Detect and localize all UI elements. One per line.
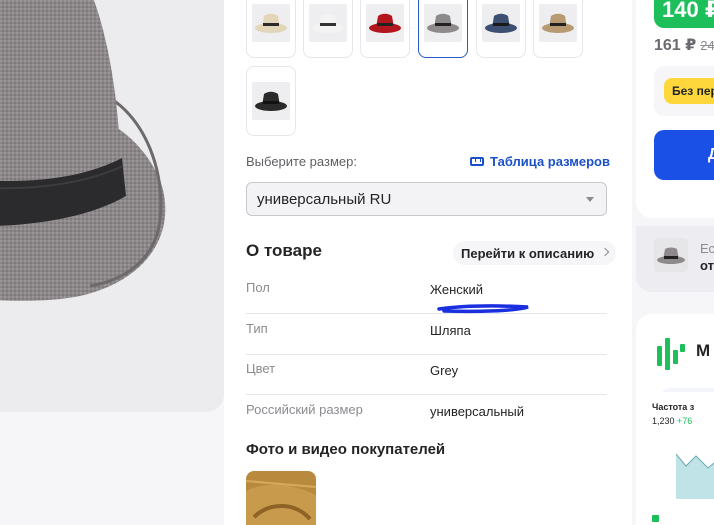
- chevron-right-icon: [600, 247, 610, 257]
- analytics-num-value: 1,230: [652, 416, 675, 426]
- hat-photo-illustration: [0, 0, 224, 412]
- product-main-photo[interactable]: [0, 0, 224, 412]
- thumb-photo: [424, 4, 462, 42]
- product-info-column: Выберите размер: Таблица размеров универ…: [224, 0, 632, 525]
- spec-value: Grey: [430, 363, 459, 378]
- size-select-value: универсальный RU: [257, 190, 392, 208]
- current-price: 140 ₽: [654, 0, 714, 28]
- goto-description-button[interactable]: Перейти к описанию: [453, 241, 617, 265]
- thumb-photo: [252, 82, 290, 120]
- old-price: 161 ₽24: [654, 35, 714, 55]
- handwritten-underline: [437, 304, 529, 314]
- size-table-label: Таблица размеров: [490, 154, 610, 169]
- tag-box: Без пер: [654, 66, 714, 116]
- customer-photo[interactable]: [246, 471, 316, 525]
- grey-fedora-icon: [427, 13, 459, 33]
- similar-text: Ес от: [700, 240, 714, 274]
- color-variant-thumb[interactable]: [476, 0, 526, 58]
- price-wallet: 161 ₽: [654, 37, 697, 54]
- size-label: Выберите размер:: [246, 154, 357, 169]
- color-variant-thumb[interactable]: [246, 66, 296, 136]
- spec-value: универсальный: [430, 404, 525, 419]
- thumb-photo: [252, 4, 290, 42]
- about-title: О товаре: [246, 241, 322, 260]
- spec-value: Женский: [430, 282, 483, 297]
- size-table-link[interactable]: Таблица размеров: [470, 154, 610, 169]
- marketplace-analytics-card[interactable]: M Частота з 1,230 +76: [636, 314, 714, 525]
- price-strikethrough: 24: [700, 38, 714, 53]
- color-variant-thumb[interactable]: [533, 0, 583, 58]
- analytics-title: M: [696, 341, 711, 360]
- spec-row-gender: Пол Женский: [246, 274, 607, 314]
- spec-key: Пол: [246, 280, 270, 295]
- tan-fedora-icon: [542, 13, 574, 33]
- spec-row-size: Российский размер универсальный: [246, 396, 607, 436]
- spec-key: Российский размер: [246, 402, 363, 417]
- grey-fedora-icon: [657, 247, 685, 264]
- customer-photos-title: Фото и видео покупателей: [246, 441, 446, 458]
- straw-hat-photo: [246, 471, 316, 525]
- spec-key: Тип: [246, 321, 268, 336]
- similar-thumb: [654, 238, 688, 272]
- no-overpay-badge: Без пер: [664, 78, 714, 104]
- analytics-num-delta: +76: [677, 416, 693, 426]
- legend-check-icon: [652, 515, 659, 522]
- ruler-icon: [470, 157, 484, 166]
- color-variant-thumb[interactable]: [418, 0, 468, 58]
- similar-line1: Ес: [700, 241, 714, 256]
- analytics-logo-icon: [657, 338, 685, 370]
- beige-fedora-icon: [255, 13, 287, 33]
- white-fedora-icon: [312, 13, 344, 33]
- spec-row-color: Цвет Grey: [246, 355, 607, 395]
- analytics-num: 1,230 +76: [652, 416, 692, 426]
- color-variant-thumb[interactable]: [303, 0, 353, 58]
- goto-description-label: Перейти к описанию: [461, 245, 595, 261]
- size-select[interactable]: универсальный RU: [246, 182, 607, 216]
- price-card: 140 ₽ 161 ₽24 Без пер Д: [636, 0, 714, 218]
- navy-fedora-icon: [485, 13, 517, 33]
- analytics-freq-label: Частота з: [652, 402, 695, 412]
- add-to-cart-button[interactable]: Д: [654, 130, 714, 180]
- thumb-photo: [366, 4, 404, 42]
- red-fedora-icon: [369, 13, 401, 33]
- thumb-photo: [309, 4, 347, 42]
- product-page: Выберите размер: Таблица размеров универ…: [0, 0, 714, 525]
- analytics-chart: [676, 453, 714, 499]
- similar-offer-card[interactable]: Ес от: [636, 226, 714, 292]
- thumb-photo: [482, 4, 520, 42]
- spec-key: Цвет: [246, 361, 276, 376]
- spec-value: Шляпа: [430, 323, 471, 338]
- color-variant-thumb[interactable]: [246, 0, 296, 58]
- color-variant-thumb[interactable]: [360, 0, 410, 58]
- analytics-legend: [652, 515, 659, 522]
- spec-row-type: Тип Шляпа: [246, 315, 607, 355]
- black-fedora-icon: [255, 91, 287, 111]
- thumb-photo: [539, 4, 577, 42]
- similar-line2: от: [700, 258, 714, 273]
- chevron-down-icon: [586, 197, 594, 202]
